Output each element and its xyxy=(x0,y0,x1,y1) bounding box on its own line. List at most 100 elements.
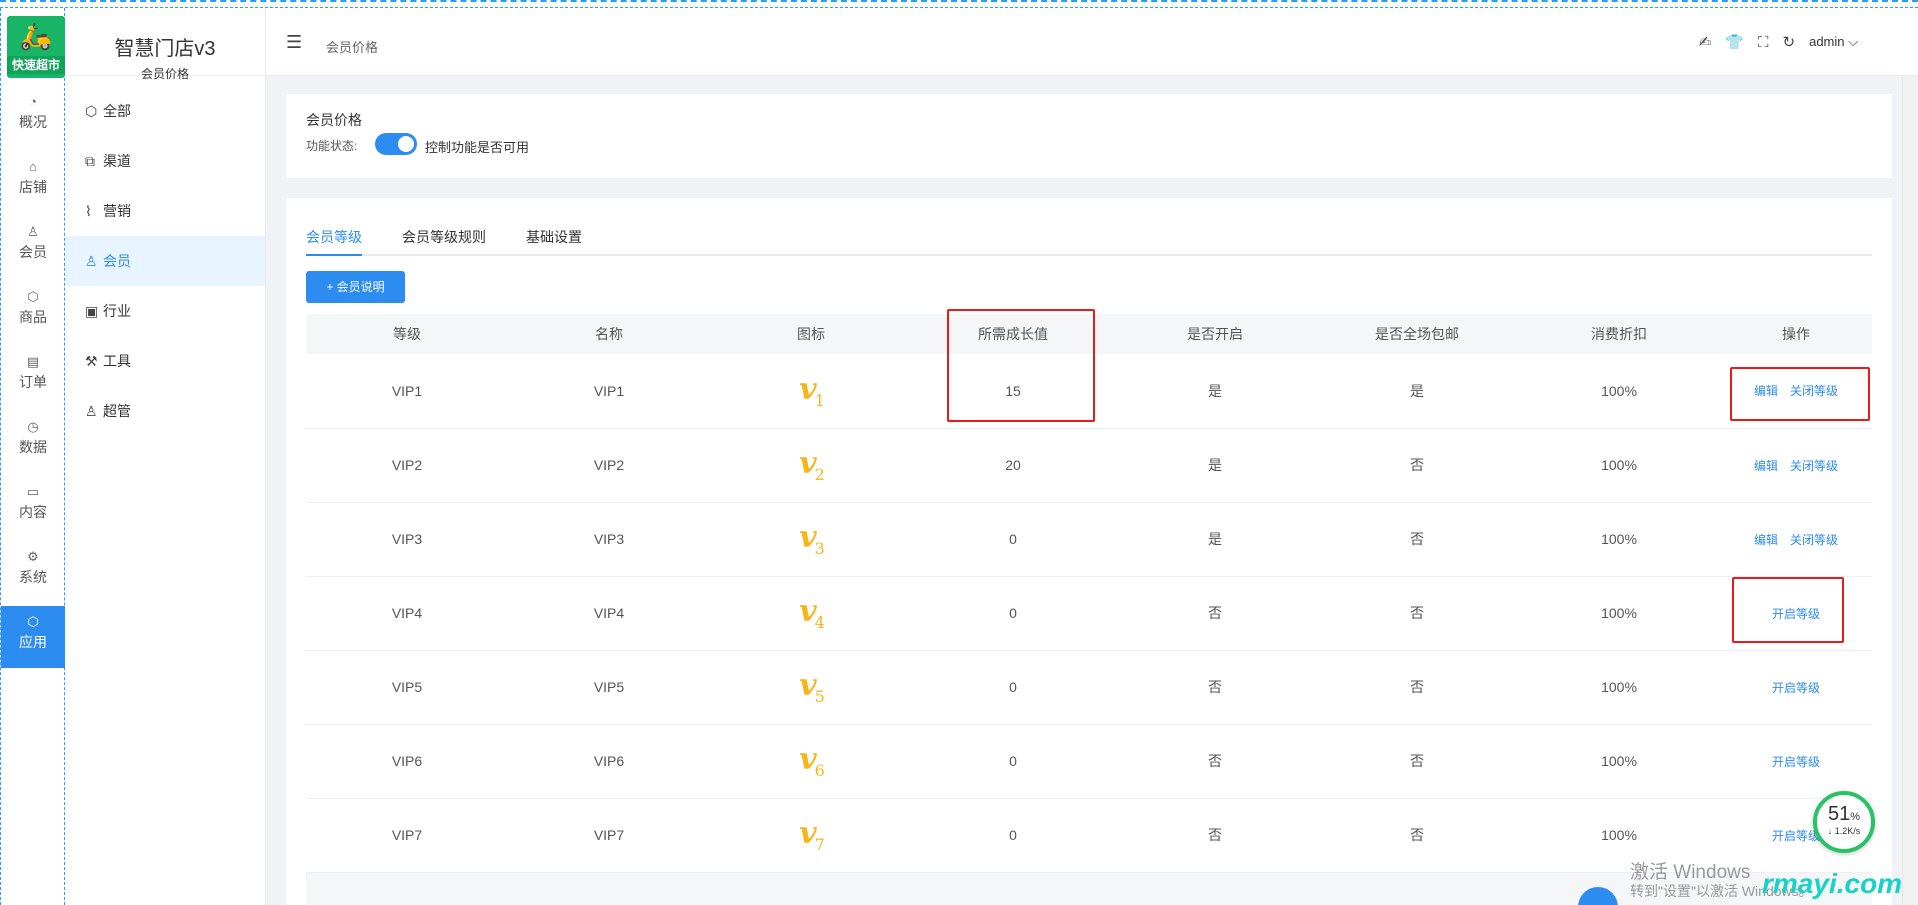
cell-name: VIP1 xyxy=(508,354,710,429)
action-link[interactable]: 关闭等级 xyxy=(1790,533,1838,547)
menu-item-1[interactable]: ⧉ 渠道 xyxy=(65,136,265,186)
col-header-level: 等级 xyxy=(306,314,508,354)
cell-actions: 编辑 关闭等级 xyxy=(1720,428,1872,503)
network-speed-widget[interactable]: 51% ↓ 1.2K/s xyxy=(1813,791,1875,853)
cell-empty xyxy=(710,872,912,905)
cell-discount: 100% xyxy=(1518,576,1720,651)
folder-icon: ▭ xyxy=(26,484,40,499)
action-link[interactable]: 开启等级 xyxy=(1772,829,1820,843)
cell-free-shipping: 否 xyxy=(1316,798,1518,873)
cell-free-shipping: 否 xyxy=(1316,724,1518,799)
badge-letter: v xyxy=(799,816,816,851)
cell-growth: 0 xyxy=(912,650,1114,725)
admin-icon: ♙ xyxy=(85,403,98,419)
menu-fold-icon[interactable]: ☰ xyxy=(286,32,302,53)
cell-discount: 100% xyxy=(1518,502,1720,577)
menu-item-6[interactable]: ♙ 超管 xyxy=(65,386,265,436)
action-link[interactable]: 编辑 xyxy=(1754,533,1778,547)
cell-discount: 100% xyxy=(1518,650,1720,725)
rail-item-label: 订单 xyxy=(19,374,47,390)
cell-enabled: 否 xyxy=(1114,650,1316,725)
tab-level-rules[interactable]: 会员等级规则 xyxy=(402,226,486,256)
speed-rate: ↓ 1.2K/s xyxy=(1827,826,1861,836)
cell-actions: 开启等级 xyxy=(1720,650,1872,725)
rail-item-label: 会员 xyxy=(19,244,47,260)
vip-badge-icon: v5 xyxy=(799,668,825,706)
action-link[interactable]: 开启等级 xyxy=(1772,681,1820,695)
rail-item-1[interactable]: ⌂ 店铺 xyxy=(1,151,65,213)
cell-level: VIP1 xyxy=(306,354,508,429)
pie-chart-icon: ◷ xyxy=(27,419,39,434)
cell-growth: 0 xyxy=(912,576,1114,651)
logo-text: 快速超市 xyxy=(7,56,65,74)
browser-bookmarks-strip xyxy=(0,0,1918,8)
status-label: 功能状态: xyxy=(306,139,358,153)
badge-number: 4 xyxy=(814,613,825,632)
table-row: VIP4 VIP4 v4 0 否否 100% 开启等级 xyxy=(306,576,1872,651)
rail-item-5[interactable]: ◷ 数据 xyxy=(1,411,65,473)
brand-name: 智慧门店v3 xyxy=(114,38,216,60)
page-scrollbar[interactable] xyxy=(1902,76,1918,905)
rail-item-2[interactable]: ♙ 会员 xyxy=(1,216,65,278)
app-logo[interactable]: 🛵 快速超市 xyxy=(7,16,65,78)
menu-item-0[interactable]: ⬡ 全部 xyxy=(65,86,265,136)
highlight-actions-vip1 xyxy=(1730,367,1870,421)
menu-item-3[interactable]: ♙ 会员 xyxy=(65,236,265,286)
cell-discount: 100% xyxy=(1518,428,1720,503)
briefcase-icon: ▣ xyxy=(85,303,99,319)
clean-icon[interactable]: ✍ xyxy=(1699,33,1712,51)
rail-item-0[interactable]: ◔ 概况 xyxy=(1,86,65,148)
menu-item-5[interactable]: ⚒ 工具 xyxy=(65,336,265,386)
cell-free-shipping: 否 xyxy=(1316,576,1518,651)
rail-item-3[interactable]: ⬡ 商品 xyxy=(1,281,65,343)
cell-name: VIP5 xyxy=(508,650,710,725)
scooter-icon: 🛵 xyxy=(19,21,53,51)
tab-member-levels[interactable]: 会员等级 xyxy=(306,226,362,256)
cell-discount: 100% xyxy=(1518,724,1720,799)
badge-letter: v xyxy=(799,668,816,703)
speed-percent-value: 51 xyxy=(1827,803,1851,825)
cell-level: VIP4 xyxy=(306,576,508,651)
cell-level: VIP5 xyxy=(306,650,508,725)
cell-free-shipping: 否 xyxy=(1316,428,1518,503)
refresh-icon[interactable]: ↻ xyxy=(1783,33,1796,51)
wrench-icon: ⚒ xyxy=(85,353,98,369)
windows-activation-text: 激活 Windows xyxy=(1630,862,1751,883)
rail-item-label: 商品 xyxy=(19,309,47,325)
user-dropdown[interactable]: admin ⌵ xyxy=(1809,34,1858,50)
cell-empty xyxy=(1316,872,1518,905)
rail-item-6[interactable]: ▭ 内容 xyxy=(1,476,65,538)
cell-empty xyxy=(1114,872,1316,905)
toggle-knob xyxy=(398,136,414,152)
status-toggle[interactable] xyxy=(375,133,417,155)
action-link[interactable]: 开启等级 xyxy=(1772,755,1820,769)
cell-icon: v6 xyxy=(710,724,912,799)
menu-item-label: 渠道 xyxy=(103,153,131,169)
highlight-actions-vip4 xyxy=(1732,577,1844,643)
cell-name: VIP6 xyxy=(508,724,710,799)
member-description-button[interactable]: + 会员说明 xyxy=(306,271,405,303)
cell-empty xyxy=(306,872,508,905)
action-link[interactable]: 关闭等级 xyxy=(1790,459,1838,473)
cell-level: VIP3 xyxy=(306,502,508,577)
theme-shirt-icon[interactable]: 👕 xyxy=(1725,33,1744,51)
rail-item-8[interactable]: ⬡ 应用 xyxy=(1,606,65,668)
menu-item-4[interactable]: ▣ 行业 xyxy=(65,286,265,336)
level-card: 会员等级 会员等级规则 基础设置 + 会员说明 等级 名称 图标 所需成长值 是… xyxy=(286,198,1892,905)
action-link[interactable]: 编辑 xyxy=(1754,459,1778,473)
col-header-discount: 消费折扣 xyxy=(1518,314,1720,354)
col-header-actions: 操作 xyxy=(1720,314,1872,354)
brand: 智慧门店v3 会员价格 xyxy=(65,8,265,81)
rail-item-7[interactable]: ⚙ 系统 xyxy=(1,541,65,603)
user-icon: ♙ xyxy=(27,224,39,239)
tab-basic-settings[interactable]: 基础设置 xyxy=(526,226,582,256)
menu-item-2[interactable]: ⌇ 营销 xyxy=(65,186,265,236)
site-watermark: rmayi.com xyxy=(1762,868,1903,899)
rail-item-4[interactable]: ▤ 订单 xyxy=(1,346,65,408)
cell-discount: 100% xyxy=(1518,354,1720,429)
cell-actions: 开启等级 xyxy=(1720,724,1872,799)
tab-bar: 会员等级 会员等级规则 基础设置 xyxy=(306,226,1872,256)
col-header-free-shipping: 是否全场包邮 xyxy=(1316,314,1518,354)
badge-letter: v xyxy=(799,594,816,629)
fullscreen-icon[interactable]: ⛶ xyxy=(1758,34,1769,51)
